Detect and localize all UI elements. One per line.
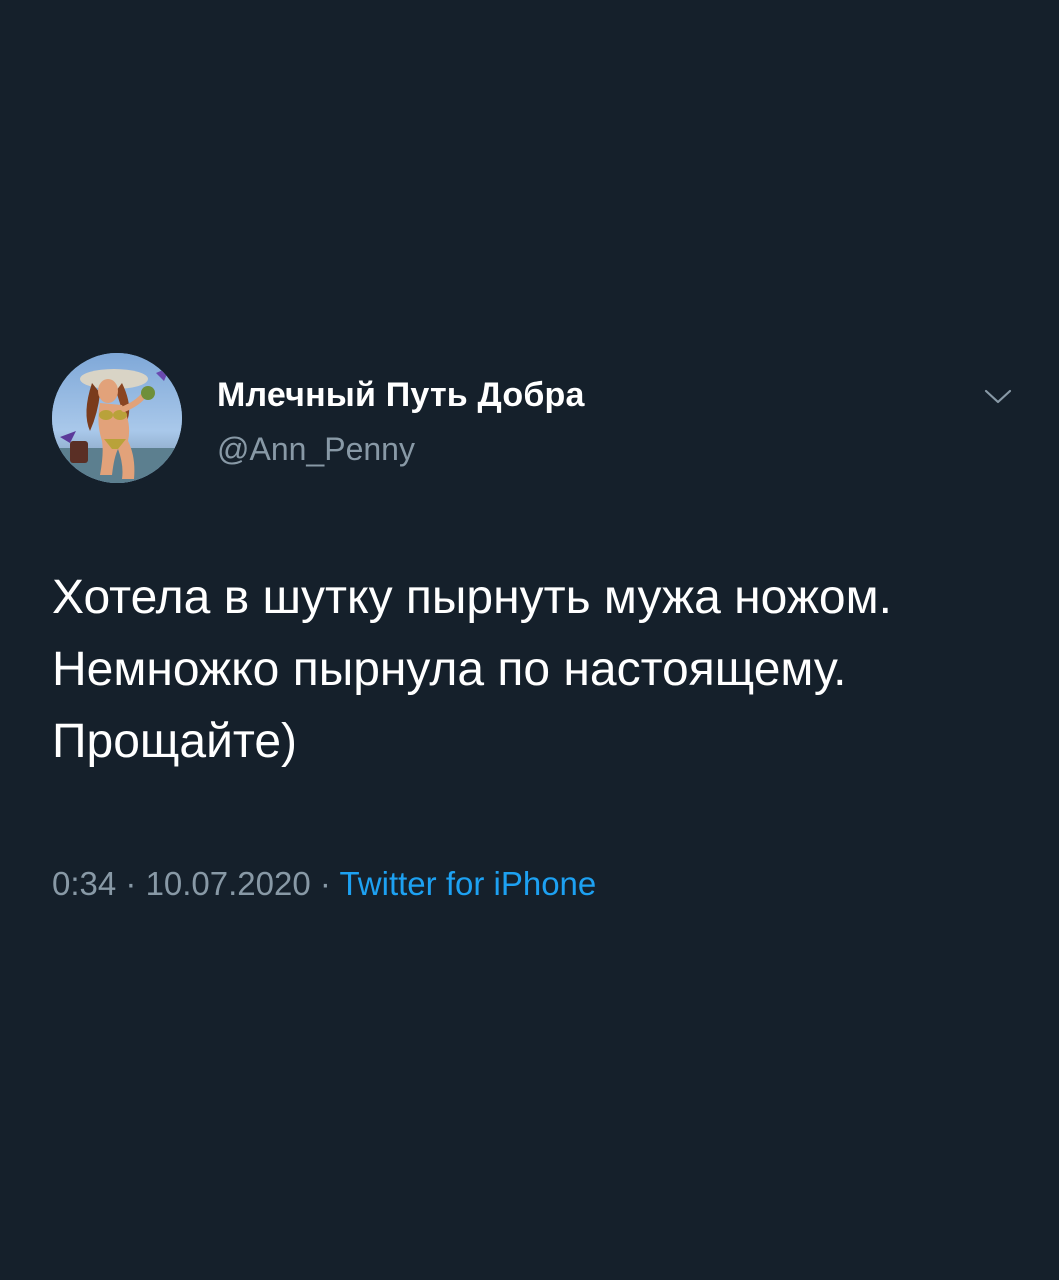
- meta-separator: ·: [116, 865, 146, 902]
- author-display-name[interactable]: Млечный Путь Добра: [217, 376, 585, 415]
- tweet-text-line: Немножко пырнула по настоящему.: [52, 643, 847, 696]
- tweet-source-link[interactable]: Twitter for iPhone: [339, 865, 596, 902]
- tweet-time[interactable]: 0:34: [52, 865, 116, 902]
- tweet-menu-button[interactable]: [982, 383, 1014, 409]
- tweet-text: Хотела в шутку пырнуть мужа ножом. Немно…: [52, 562, 1032, 778]
- tweet-text-line: Прощайте): [52, 715, 298, 768]
- author-handle[interactable]: @Ann_Penny: [217, 431, 415, 468]
- tweet-date[interactable]: 10.07.2020: [146, 865, 311, 902]
- tweet-meta: 0:34 · 10.07.2020 · Twitter for iPhone: [52, 865, 596, 903]
- tweet-text-line: Хотела в шутку пырнуть мужа ножом.: [52, 571, 892, 624]
- tweet: Млечный Путь Добра @Ann_Penny Хотела в ш…: [0, 0, 1059, 1280]
- avatar-illustration-icon: [52, 353, 182, 483]
- meta-separator: ·: [310, 865, 340, 902]
- avatar[interactable]: [52, 353, 182, 483]
- chevron-down-icon: [984, 389, 1012, 404]
